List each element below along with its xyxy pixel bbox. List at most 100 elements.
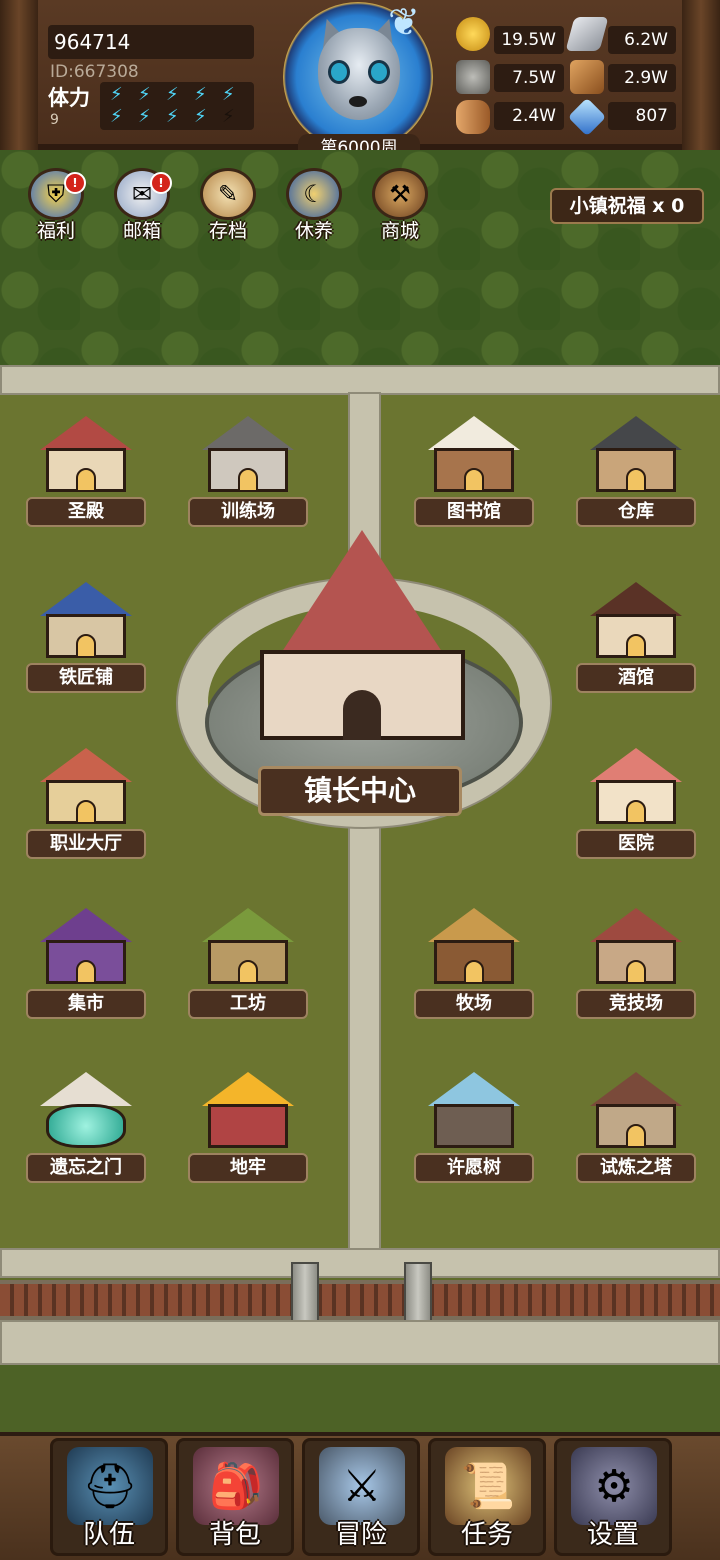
- building-label: 竞技场: [576, 989, 696, 1019]
- mailbox-label: 邮箱: [122, 220, 161, 242]
- shop-button[interactable]: ⚒ 商城: [368, 168, 432, 242]
- door: [464, 468, 484, 492]
- door: [238, 468, 258, 492]
- gold-value: 19.5W: [494, 26, 564, 54]
- adventure-label: 冒险: [334, 1520, 387, 1550]
- team-button[interactable]: ⛑ 队伍: [50, 1438, 168, 1556]
- wood-log-icon: [456, 100, 490, 134]
- quest-button[interactable]: 📜 任务: [428, 1438, 546, 1556]
- altar: [208, 1104, 288, 1148]
- building-label: 仓库: [576, 497, 696, 527]
- mayor-roof: [270, 530, 454, 670]
- roof: [590, 582, 682, 616]
- building-library[interactable]: 图书馆: [414, 412, 534, 537]
- stamina-label: 体力: [48, 86, 90, 110]
- leather-icon: [570, 60, 604, 94]
- roof: [590, 748, 682, 782]
- building-warehouse[interactable]: 仓库: [576, 412, 696, 537]
- building-blacksmith[interactable]: 铁匠铺: [26, 578, 146, 703]
- stamina-bolt-icon: ⚡: [166, 84, 179, 105]
- roof: [40, 908, 132, 942]
- wolf-nose: [349, 96, 367, 107]
- stamina-bolt-icon: ⚡: [194, 84, 207, 105]
- door: [626, 800, 646, 824]
- stamina-bolt-icon: ⚡: [138, 84, 151, 105]
- notification-badge: !: [64, 172, 86, 194]
- road-bottom: [0, 1248, 720, 1278]
- building-hospital[interactable]: 医院: [576, 744, 696, 869]
- building-label: 集市: [26, 989, 146, 1019]
- building-training-ground[interactable]: 训练场: [188, 412, 308, 537]
- flame: [202, 1072, 294, 1106]
- trunk: [434, 1104, 514, 1148]
- door: [626, 960, 646, 984]
- building-label: 酒馆: [576, 663, 696, 693]
- building-dungeon[interactable]: 地牢: [188, 1068, 308, 1193]
- rest-label: 休养: [294, 220, 333, 242]
- building-tavern[interactable]: 酒馆: [576, 578, 696, 703]
- building-mayor-center[interactable]: [250, 530, 475, 750]
- adventure-button[interactable]: ⚔ 冒险: [302, 1438, 420, 1556]
- road-outside-gate: [0, 1320, 720, 1365]
- building-label: 图书馆: [414, 497, 534, 527]
- roof: [428, 908, 520, 942]
- roof: [428, 416, 520, 450]
- building-wishing-tree[interactable]: 许愿树: [414, 1068, 534, 1193]
- door: [626, 634, 646, 658]
- rest-button[interactable]: ☾ 休养: [282, 168, 346, 242]
- stamina-meter[interactable]: ⚡ ⚡ ⚡ ⚡ ⚡ ⚡ ⚡ ⚡ ⚡ ⚡: [100, 82, 254, 130]
- building-arena[interactable]: 竞技场: [576, 904, 696, 1029]
- stamina-value: 9: [50, 112, 59, 128]
- mailbox-button[interactable]: ✉ ! 邮箱: [110, 168, 174, 242]
- building-job-hall[interactable]: 职业大厅: [26, 744, 146, 869]
- roof: [590, 416, 682, 450]
- building-temple[interactable]: 圣殿: [26, 412, 146, 537]
- door: [76, 468, 96, 492]
- rest-scroll-icon: ☾: [286, 168, 342, 220]
- building-workshop[interactable]: 工坊: [188, 904, 308, 1029]
- building-trial-tower[interactable]: 试炼之塔: [576, 1068, 696, 1193]
- building-ranch[interactable]: 牧场: [414, 904, 534, 1029]
- stamina-bolt-icon: ⚡: [110, 84, 123, 105]
- backpack-button[interactable]: 🎒 背包: [176, 1438, 294, 1556]
- building-label: 工坊: [188, 989, 308, 1019]
- forest-background: [0, 150, 720, 365]
- wood-plank-left: [0, 0, 38, 150]
- roof: [590, 1072, 682, 1106]
- town-blessing-button[interactable]: 小镇祝福 x 0: [550, 188, 704, 224]
- gold-coin-icon: [456, 17, 490, 51]
- building-label: 地牢: [188, 1153, 308, 1183]
- shop-label: 商城: [380, 220, 419, 242]
- settings-button[interactable]: ⚙ 设置: [554, 1438, 672, 1556]
- town-fence: [0, 1280, 720, 1320]
- wolf-eye-left: [328, 60, 350, 84]
- grass-bottom: [0, 1365, 720, 1435]
- building-label: 试炼之塔: [576, 1153, 696, 1183]
- roof: [202, 908, 294, 942]
- building-market[interactable]: 集市: [26, 904, 146, 1029]
- archive-label: 存档: [208, 220, 247, 242]
- shop-icon: ⚒: [372, 168, 428, 220]
- building-label: 遗忘之门: [26, 1153, 146, 1183]
- building-label: 牧场: [414, 989, 534, 1019]
- road-top: [0, 365, 720, 395]
- door: [626, 1124, 646, 1148]
- building-forgotten-gate[interactable]: 遗忘之门: [26, 1068, 146, 1193]
- wolf-eye-right: [368, 60, 390, 84]
- stone-ore-icon: [456, 60, 490, 94]
- scroll-quill-icon: ✎: [200, 168, 256, 220]
- notification-badge: !: [150, 172, 172, 194]
- wood-plank-right: [682, 0, 720, 150]
- door: [626, 468, 646, 492]
- stamina-bolt-icon: ⚡: [166, 106, 179, 127]
- roof: [40, 582, 132, 616]
- building-label: 圣殿: [26, 497, 146, 527]
- building-label: 铁匠铺: [26, 663, 146, 693]
- welfare-button[interactable]: ⛨ ! 福利: [24, 168, 88, 242]
- stamina-bolt-icon: ⚡: [194, 106, 207, 127]
- archive-button[interactable]: ✎ 存档: [196, 168, 260, 242]
- building-label: 职业大厅: [26, 829, 146, 859]
- mayor-center-label[interactable]: 镇长中心: [258, 766, 462, 816]
- roof: [590, 908, 682, 942]
- player-score: 964714: [48, 25, 254, 59]
